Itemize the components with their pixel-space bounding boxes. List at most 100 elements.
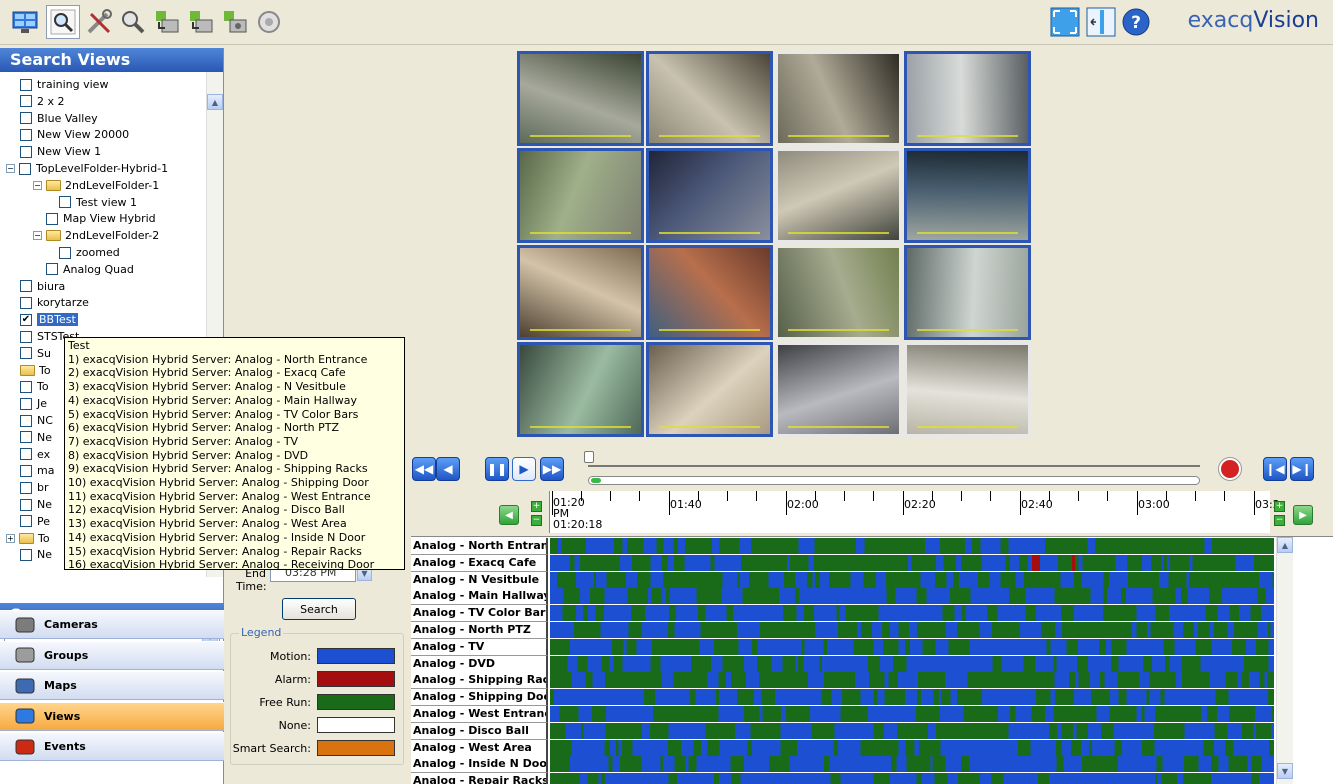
checkbox[interactable] [46,263,58,276]
tree-item[interactable]: ma [20,462,54,479]
camera-name[interactable]: Analog - DVD [411,655,548,673]
tree-item[interactable]: Map View Hybrid [46,210,156,227]
checkbox[interactable] [20,548,32,561]
tree-item[interactable]: ex [20,446,50,463]
timeline-scroll-up-icon[interactable]: ▲ [1277,537,1293,553]
camera-name[interactable]: Analog - North Entrance [411,538,548,555]
checkbox[interactable] [20,347,32,360]
tree-item[interactable]: biura [20,278,65,295]
checkbox[interactable] [20,145,32,158]
video-tile[interactable] [517,148,644,243]
config-icon[interactable] [82,5,116,39]
checkbox[interactable] [20,128,32,141]
expand-toggle-icon[interactable]: − [6,164,15,173]
video-tile[interactable] [904,51,1031,146]
checkbox[interactable] [20,95,32,108]
tree-item[interactable]: New View 20000 [20,126,129,143]
tree-item[interactable]: Analog Quad [46,261,134,278]
video-tile[interactable] [775,148,902,243]
camera-name[interactable]: Analog - TV Color Bars [411,605,548,623]
tree-item[interactable]: Je [20,395,47,412]
tree-item[interactable]: Ne [20,429,52,446]
skip-start-icon[interactable]: ❙◀ [1263,457,1287,481]
camera-name[interactable]: Analog - Disco Ball [411,722,548,740]
video-tile[interactable] [646,342,773,437]
video-tile[interactable] [775,245,902,340]
skip-end-icon[interactable]: ▶❙ [1290,457,1314,481]
timeline-back-icon[interactable]: ◀ [499,505,519,525]
video-tile[interactable] [517,245,644,340]
pause-icon[interactable]: ❚❚ [485,457,509,481]
tree-item[interactable]: Su [20,345,51,362]
checkbox[interactable] [59,196,71,209]
zoom-icon[interactable] [116,5,150,39]
camera-name[interactable]: Analog - TV [411,638,548,656]
stop-button[interactable] [1218,457,1242,481]
expand-toggle-icon[interactable]: − [33,231,42,241]
video-tile[interactable] [646,245,773,340]
reset-icon[interactable] [252,5,286,39]
video-tile[interactable] [904,148,1031,243]
tree-item[interactable]: Pe [20,513,50,530]
video-tile[interactable] [904,245,1031,340]
tree-item[interactable]: NC [20,412,53,429]
timeline-scroll-down-icon[interactable]: ▼ [1277,763,1293,779]
help-icon[interactable]: ? [1119,5,1153,39]
tree-item[interactable]: − 2ndLevelFolder-2 [33,227,159,244]
checkbox[interactable] [20,112,32,125]
nav-events-button[interactable]: Events [0,732,224,761]
timeline-scrollbar[interactable]: ▲ ▼ [1276,537,1293,784]
tree-item[interactable]: br [20,479,49,496]
search-button[interactable]: Search [282,598,356,620]
checkbox[interactable] [20,78,32,91]
scroll-up-icon[interactable]: ▲ [207,94,223,110]
nav-cameras-button[interactable]: Cameras [0,610,224,639]
camera-name[interactable]: Analog - Repair Racks [411,773,548,784]
camera-name[interactable]: Analog - Exacq Cafe [411,554,548,572]
tree-item[interactable]: − TopLevelFolder-Hybrid-1 [6,160,168,177]
checkbox[interactable] [20,431,32,444]
video-tile[interactable] [646,51,773,146]
camera-name[interactable]: Analog - Inside N Door [411,756,548,774]
tree-item[interactable]: Test view 1 [59,194,137,211]
tree-item[interactable]: ✔ BBTest [20,311,78,328]
tree-item[interactable]: New View 1 [20,143,101,160]
step-back-icon[interactable]: ◀ [436,457,460,481]
expand-toggle-icon[interactable]: + [6,533,15,543]
tree-item[interactable]: training view [20,76,108,93]
nav-maps-button[interactable]: Maps [0,671,224,700]
tree-item[interactable]: Blue Valley [20,110,98,127]
checkbox[interactable] [19,162,31,175]
nav-views-button[interactable]: Views [0,701,224,731]
checkbox[interactable] [20,296,32,309]
checkbox[interactable] [20,481,32,494]
checkbox[interactable] [20,280,32,293]
checkbox[interactable] [20,397,32,410]
tree-item[interactable]: 2 x 2 [20,93,65,110]
tree-item[interactable]: Ne [20,496,52,513]
camera-name[interactable]: Analog - West Area [411,739,548,757]
zoom-in-right-icon[interactable]: + [1274,501,1285,512]
tree-item[interactable]: + To [6,530,50,547]
checkbox[interactable]: ✔ [20,313,32,326]
camera-name[interactable]: Analog - North PTZ [411,622,548,639]
search-icon[interactable] [46,5,80,39]
zoom-out-right-icon[interactable]: − [1274,515,1285,526]
nav-groups-button[interactable]: Groups [0,640,224,670]
tree-item[interactable]: korytarze [20,294,89,311]
playback-slider[interactable] [584,451,1200,467]
checkbox[interactable] [20,498,32,511]
tree-item[interactable]: To [20,362,51,379]
tree-item[interactable]: Ne [20,546,52,563]
camera-name[interactable]: Analog - West Entrance [411,706,548,723]
camera-name[interactable]: Analog - N Vesitbule [411,571,548,589]
tree-item[interactable]: zoomed [59,244,120,261]
video-tile[interactable] [904,342,1031,437]
slider-thumb[interactable] [584,451,594,463]
fast-forward-icon[interactable]: ▶▶ [540,457,564,481]
checkbox[interactable] [20,464,32,477]
play-icon[interactable]: ▶ [512,457,536,481]
video-tile[interactable] [646,148,773,243]
checkbox[interactable] [46,212,58,225]
zoom-out-icon[interactable]: − [531,515,542,526]
